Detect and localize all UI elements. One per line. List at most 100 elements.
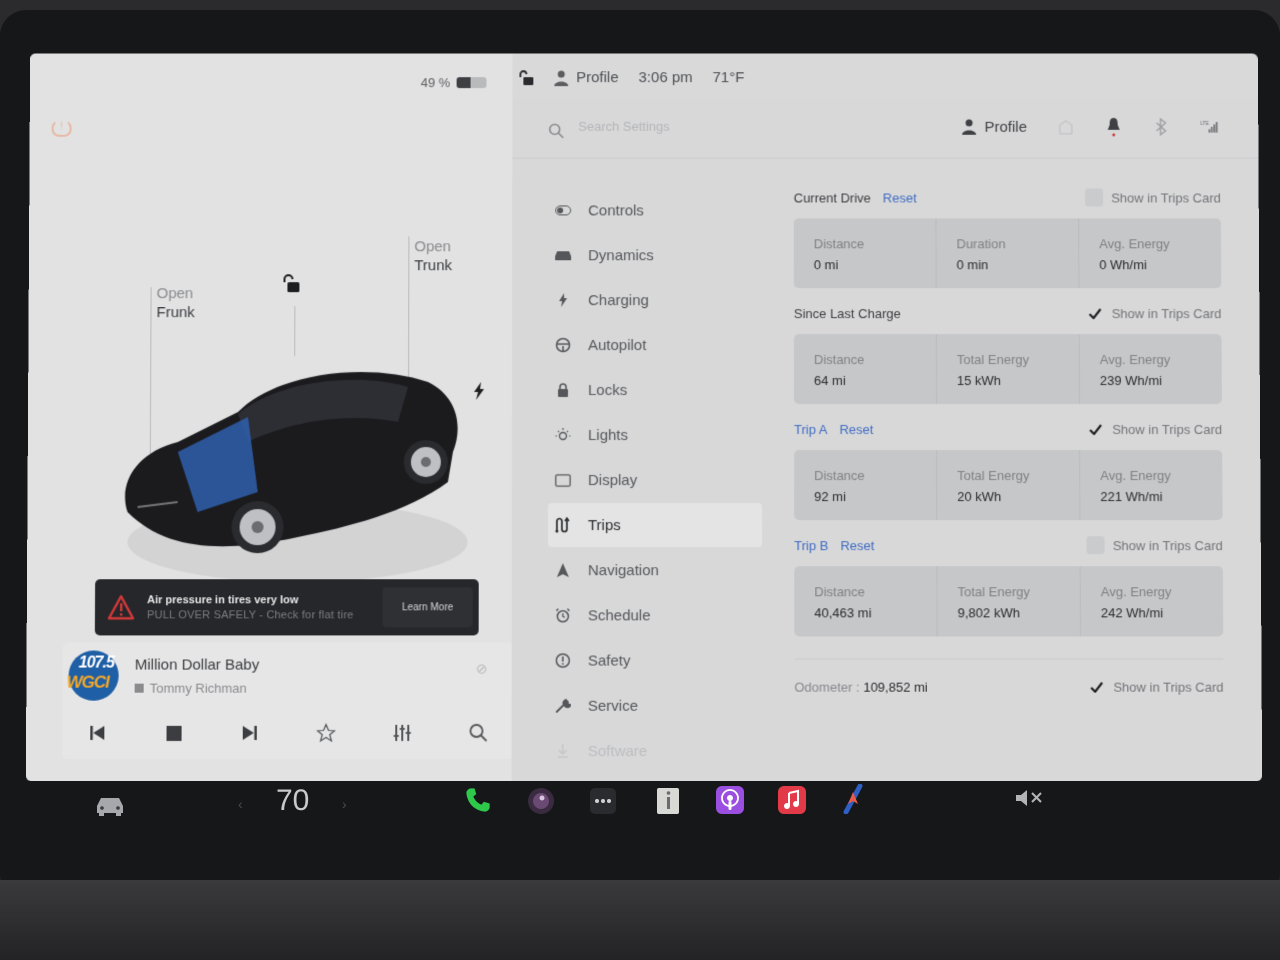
menu-item-charging[interactable]: Charging [548,278,762,322]
menu-item-schedule[interactable]: Schedule [548,593,762,637]
radio-source-icon [134,683,144,693]
menu-item-label: Charging [588,291,649,309]
settings-header: Profile LTE [512,99,1259,159]
search-icon [548,123,564,139]
stat-label: Distance [813,236,865,252]
car-controls-button[interactable] [94,794,126,816]
navigation-icon [554,563,572,577]
menu-item-safety[interactable]: Safety [548,638,763,682]
previous-track-button[interactable] [82,721,112,745]
volume-button[interactable] [1014,788,1044,808]
learn-more-button[interactable]: Learn More [382,587,473,628]
trip-section-since-last-charge: Since Last Charge Show in Trips Card Dista… [793,300,1222,405]
menu-item-service[interactable]: Service [548,684,763,728]
menu-item-label: Software [587,742,648,760]
podcasts-icon [716,786,744,814]
show-in-trips-card-toggle[interactable]: Show in Trips Card [1085,188,1221,207]
menu-item-trips[interactable]: Trips [547,503,763,548]
show-in-trips-card-toggle[interactable]: Show in Trips Card [1086,304,1222,322]
menu-item-dynamics[interactable]: Dynamics [548,233,762,277]
temp-up-button[interactable]: › [342,796,347,812]
equalizer-button[interactable] [387,721,417,745]
station-frequency: 107.5 [78,654,114,672]
stat-total-energy: Total Energy 15 kWh [936,334,1080,405]
display-icon [554,473,572,487]
favorite-button[interactable] [311,721,341,745]
checkbox-unchecked[interactable] [1086,536,1105,555]
dashboard-console [0,880,1280,960]
phone-app-button[interactable] [464,786,492,814]
lock-status-icon[interactable] [518,70,534,86]
podcasts-app-button[interactable] [716,786,744,814]
more-apps-button[interactable] [590,788,616,814]
no-signal-icon: ⊘ [475,660,488,677]
menu-item-lights[interactable]: Lights [548,413,762,457]
stat-label: Avg. Energy [1099,352,1171,368]
checkbox-checked[interactable] [1087,678,1105,696]
tire-pressure-alert: Air pressure in tires very low PULL OVER… [94,579,479,636]
unlocked-icon[interactable] [280,274,302,299]
odometer-value: 109,852 mi [863,679,928,695]
show-in-trips-card-toggle[interactable]: Show in Trips Card [1086,420,1222,438]
menu-item-autopilot[interactable]: Autopilot [548,323,762,367]
odometer-label: Odometer : [794,679,860,695]
car-icon [554,249,572,261]
notifications-button[interactable] [1105,117,1123,137]
odometer-show-in-trips-card-toggle[interactable]: Show in Trips Card [1087,678,1224,696]
show-in-trips-card-toggle[interactable]: Show in Trips Card [1086,536,1223,555]
bluetooth-button[interactable] [1153,117,1171,137]
menu-item-label: Trips [587,516,621,534]
reset-trip-a-button[interactable]: Reset [839,421,873,436]
search-icon [468,723,488,743]
homelink-button[interactable] [1057,117,1075,137]
vehicle-model-image [124,372,468,582]
manual-icon [657,788,679,814]
status-profile-button[interactable]: Profile [554,69,619,86]
trip-section-header: Since Last Charge Show in Trips Card [794,300,1222,326]
reset-current-drive-button[interactable]: Reset [883,190,917,205]
stat-label: Total Energy [956,352,1030,368]
show-in-trips-card-label: Show in Trips Card [1111,305,1222,321]
owners-manual-button[interactable] [654,786,682,816]
menu-item-display[interactable]: Display [548,458,762,502]
search-settings-input[interactable] [578,118,838,134]
next-track-button[interactable] [235,721,265,745]
checkbox-checked[interactable] [1086,304,1104,322]
checkbox-unchecked[interactable] [1085,188,1104,207]
battery-percent: 49 % [420,75,451,91]
stat-avg-energy: Avg. Energy 0 Wh/mi [1079,218,1221,288]
trip-stats-card: Distance 0 mi Duration 0 min Avg. Energy 0 Wh… [793,218,1222,289]
menu-item-controls[interactable]: Controls [548,189,762,233]
camera-icon [528,788,554,814]
stat-value: 0 Wh/mi [1099,257,1147,273]
tire-pressure-warning-icon[interactable]: ! [51,118,72,137]
open-frunk-button[interactable]: Open Frunk [156,284,194,322]
open-trunk-button[interactable]: Open Trunk [414,237,452,275]
profile-label: Profile [984,118,1027,136]
stat-value: 0 min [956,257,989,273]
charge-port-icon[interactable] [473,382,485,405]
temp-down-button[interactable]: ‹ [238,796,243,812]
settings-panel: Profile LTE Controls Dynamics Charging Auto… [511,99,1263,782]
music-app-button[interactable] [778,786,806,814]
menu-item-software[interactable]: Software [548,729,763,773]
trip-section-title-row: Trip B Reset [794,538,874,553]
profile-button[interactable]: Profile [962,118,1027,136]
stop-button[interactable] [158,721,188,745]
navigation-app-button[interactable] [840,784,866,814]
car-icon [97,798,123,816]
equalizer-icon [392,723,412,743]
menu-item-locks[interactable]: Locks [548,368,762,412]
bolt-icon [554,293,572,308]
trip-stats-card: Distance 64 mi Total Energy 15 kWh Avg. Ener… [793,334,1222,405]
trip-section-header: Trip A Reset Show in Trips Card [794,416,1222,442]
reset-trip-b-button[interactable]: Reset [840,538,874,553]
checkbox-checked[interactable] [1086,420,1104,438]
camera-app-button[interactable] [526,786,556,816]
stat-total-energy: Total Energy 9,802 kWh [937,566,1081,637]
media-search-button[interactable] [463,721,493,745]
cabin-temperature[interactable]: 70 [276,784,309,818]
menu-item-navigation[interactable]: Navigation [548,548,762,592]
stat-label: Avg. Energy [1099,236,1170,252]
person-icon [554,70,569,86]
